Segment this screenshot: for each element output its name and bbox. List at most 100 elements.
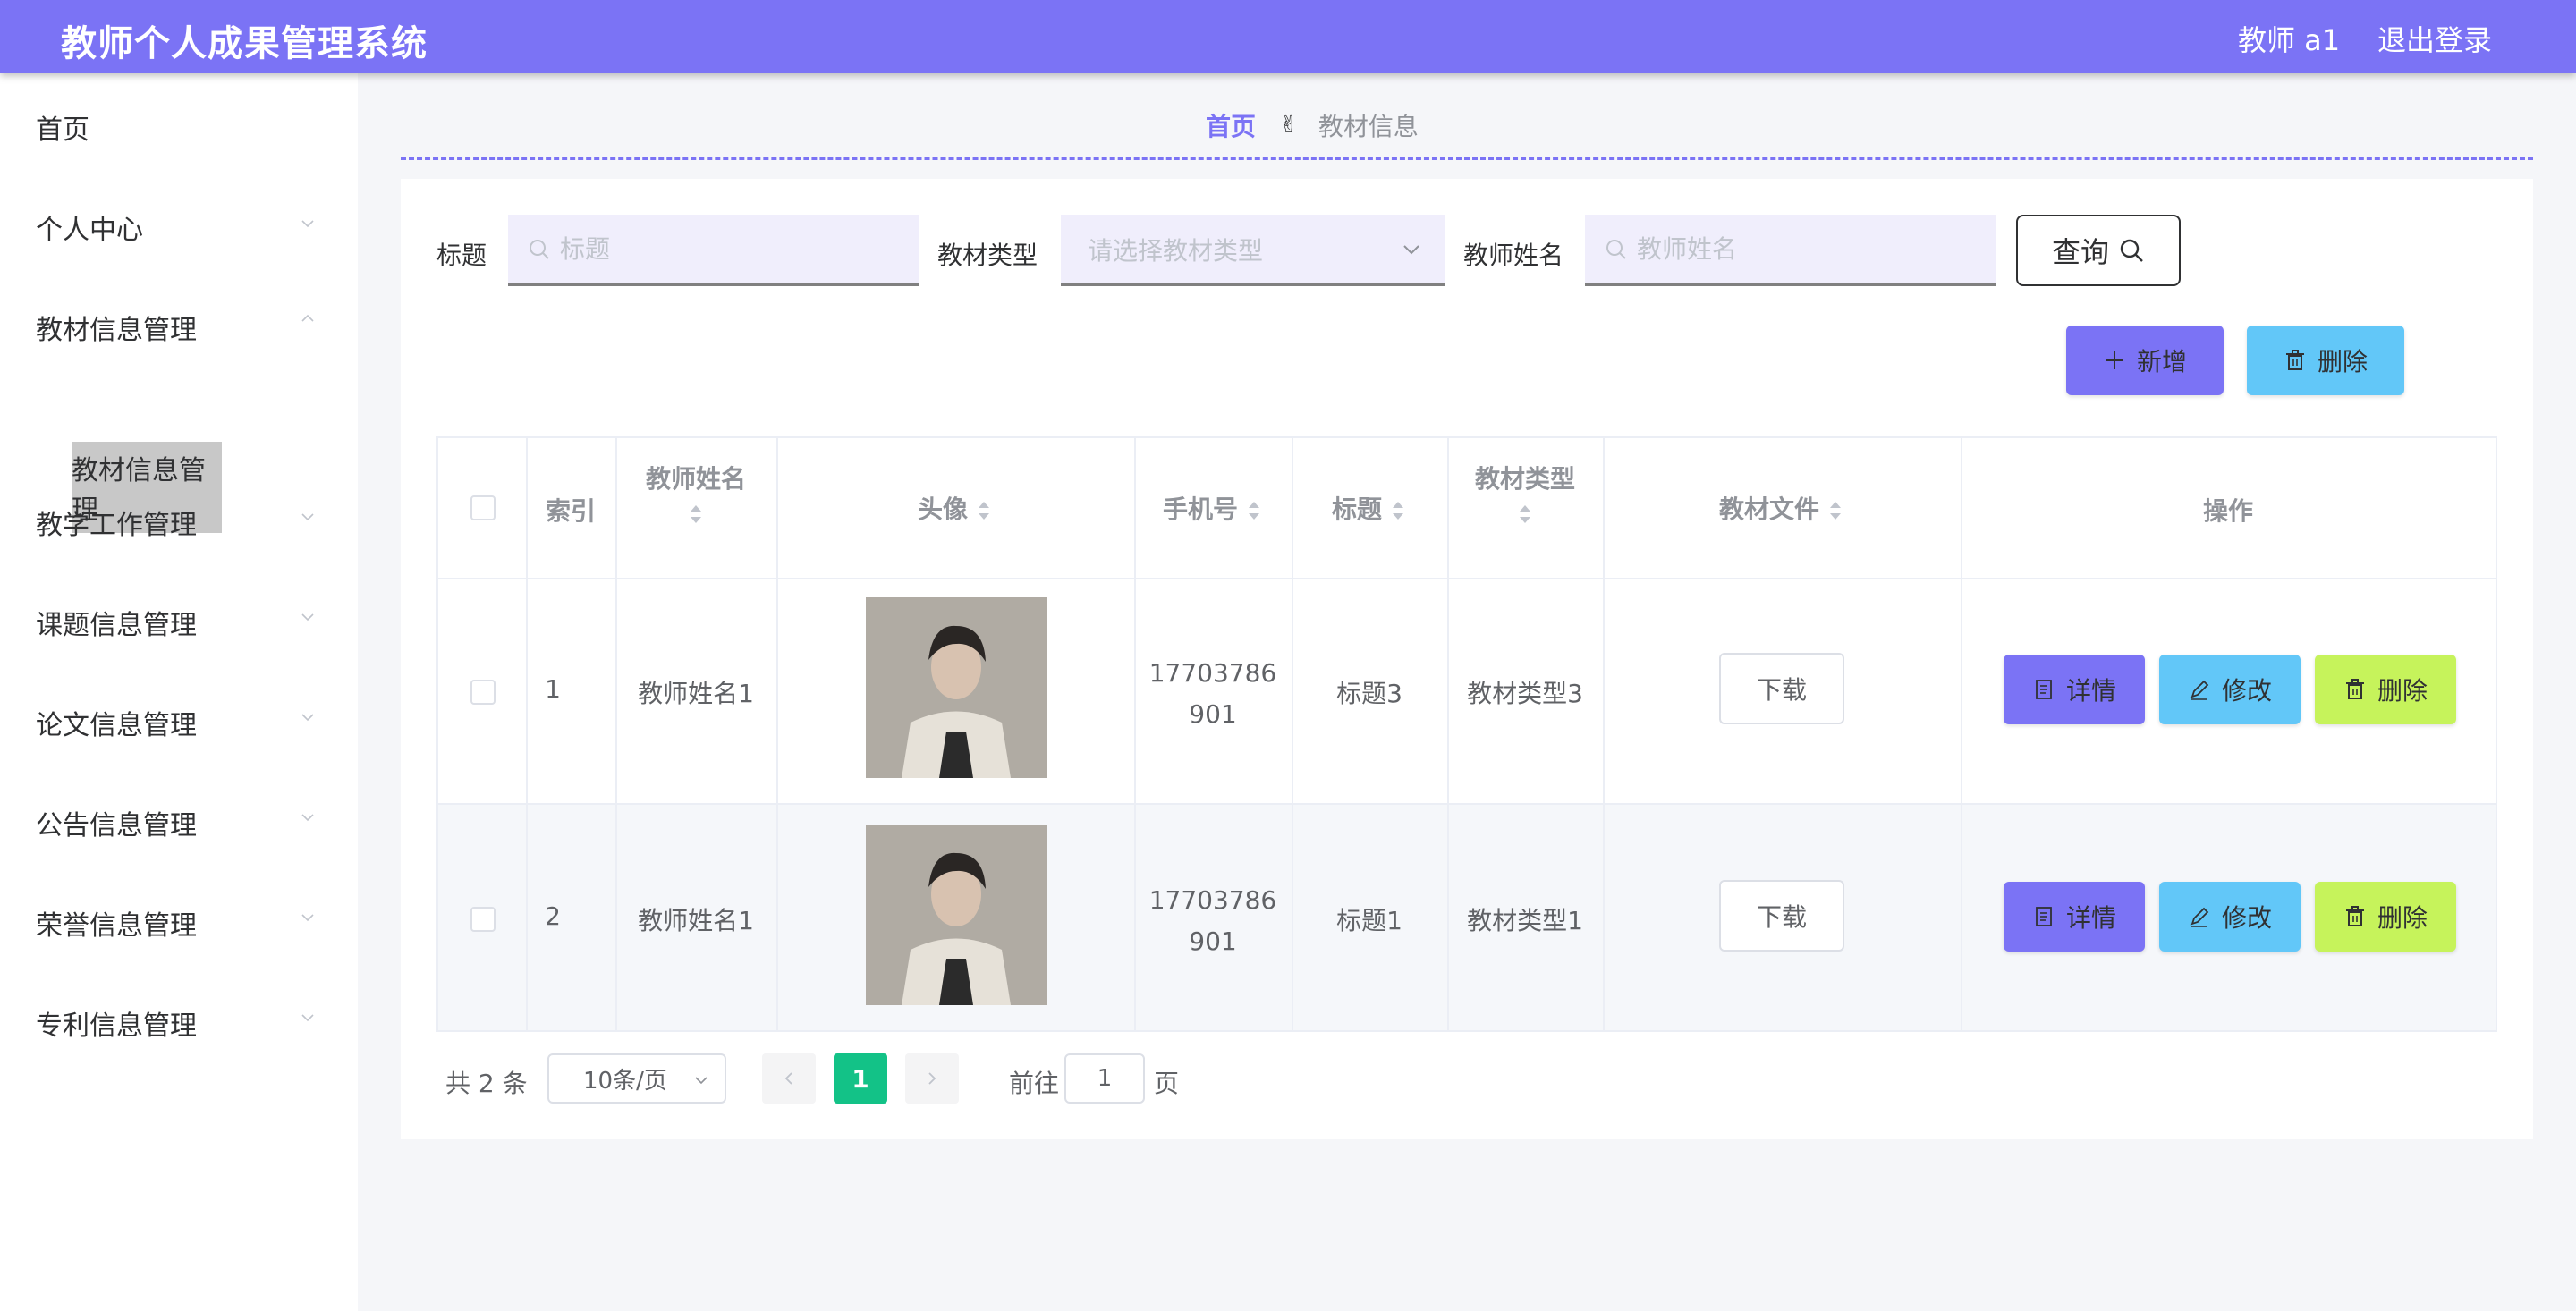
add-button[interactable]: 新增 [2066,326,2224,395]
sidebar-item-home[interactable]: 首页 [36,107,322,147]
column-header-avatar[interactable]: 头像 [776,490,1134,526]
sort-icon[interactable] [687,502,705,527]
row-phone: 17703786 901 [1134,880,1292,962]
breadcrumb-home[interactable]: 首页 [1206,107,1256,143]
app-title: 教师个人成果管理系统 [61,23,428,64]
column-header-phone[interactable]: 手机号 [1134,490,1292,526]
download-button[interactable]: 下载 [1719,880,1844,952]
title-search-input[interactable] [560,234,874,264]
column-header-title[interactable]: 标题 [1292,490,1447,526]
breadcrumb-current: 教材信息 [1318,112,1419,141]
title-filter-label: 标题 [436,241,487,270]
edit-button[interactable]: 修改 [2159,882,2301,952]
teacher-search-field[interactable] [1585,215,1996,286]
add-button-label: 新增 [2136,347,2187,376]
goto-page-input[interactable] [1078,1065,1131,1092]
chevron-down-icon [301,216,315,231]
type-select-placeholder: 请选择教材类型 [1088,235,1264,266]
column-header-phone-label: 手机号 [1162,495,1238,524]
textbook-table: 索引 教师姓名 头像 手机号 标题 教材类型 教材文件 操作 1 教师姓名1 1… [436,436,2497,1032]
sidebar-item-project-info[interactable]: 课题信息管理 [36,603,322,642]
sort-icon[interactable] [975,498,993,523]
chevron-right-icon [928,1072,936,1085]
search-icon [2120,239,2143,262]
row-phone-line1: 17703786 [1148,658,1277,688]
teacher-avatar [866,597,1046,778]
plus-icon [2105,351,2123,369]
sidebar-item-paper-info[interactable]: 论文信息管理 [36,703,322,742]
sort-icon[interactable] [1245,498,1263,523]
trash-icon [2285,350,2304,370]
page-number-current[interactable]: 1 [834,1053,887,1104]
teacher-search-input[interactable] [1637,234,1951,264]
edit-pencil-icon [2190,907,2209,927]
sidebar: 首页 个人中心 教材信息管理 教材信息管理 教学工作管理 课题信息管理 论文信息… [0,73,358,1311]
teacher-filter-label: 教师姓名 [1463,241,1564,270]
sidebar-item-personal-center[interactable]: 个人中心 [36,207,322,247]
sidebar-item-honor-info[interactable]: 荣誉信息管理 [36,903,322,943]
column-header-file[interactable]: 教材文件 [1603,490,1961,526]
sidebar-item-textbook-management[interactable]: 教材信息管理 [36,308,322,347]
column-header-type[interactable]: 教材类型 [1447,460,1603,527]
query-button[interactable]: 查询 [2016,215,2181,286]
top-bar: 教师个人成果管理系统 教师 a1 退出登录 [0,0,2576,73]
detail-button-label: 详情 [2065,903,2116,933]
batch-delete-label: 删除 [2317,347,2368,376]
sort-icon[interactable] [1826,498,1844,523]
column-divider [1603,438,1605,1030]
column-header-actions: 操作 [2202,496,2253,526]
column-header-teacher-label: 教师姓名 [645,464,746,494]
edit-button[interactable]: 修改 [2159,655,2301,724]
header-divider [438,578,2496,579]
column-header-file-label: 教材文件 [1718,495,1819,524]
victory-hand-icon: ✌ [1279,112,1299,139]
sidebar-item-patent-info[interactable]: 专利信息管理 [36,1003,322,1043]
edit-button-label: 修改 [2221,903,2272,933]
logout-link[interactable]: 退出登录 [2377,18,2492,59]
edit-pencil-icon [2190,680,2209,700]
sidebar-item-notice-info[interactable]: 公告信息管理 [36,803,322,842]
row-type: 教材类型1 [1467,906,1583,935]
row-index: 2 [545,901,561,931]
column-header-title-label: 标题 [1331,495,1382,524]
trash-icon [2345,679,2364,699]
delete-button[interactable]: 删除 [2315,882,2456,952]
next-page-button[interactable] [905,1053,959,1104]
title-search-field[interactable] [508,215,919,286]
select-all-checkbox[interactable] [470,495,496,520]
delete-button[interactable]: 删除 [2315,655,2456,724]
batch-delete-button[interactable]: 删除 [2247,326,2404,395]
row-checkbox[interactable] [470,680,496,705]
page-size-select[interactable]: 10条/页 [547,1053,726,1104]
chevron-down-icon [1403,244,1419,254]
chevron-down-icon [301,710,315,724]
row-teacher: 教师姓名1 [638,679,754,708]
document-icon [2036,907,2052,926]
column-divider [615,438,617,1030]
detail-button[interactable]: 详情 [2004,655,2145,724]
goto-page-field[interactable] [1064,1053,1145,1104]
sidebar-item-teaching-work[interactable]: 教学工作管理 [36,503,322,542]
column-divider [776,438,778,1030]
chevron-down-icon [301,510,315,524]
row-teacher: 教师姓名1 [638,906,754,935]
row-checkbox[interactable] [470,907,496,932]
sort-icon[interactable] [1516,502,1534,527]
trash-icon [2345,906,2364,926]
prev-page-button[interactable] [762,1053,816,1104]
row-phone-line2: 901 [1189,699,1237,729]
type-select[interactable]: 请选择教材类型 [1061,215,1445,286]
delete-button-label: 删除 [2377,903,2428,933]
column-header-teacher[interactable]: 教师姓名 [615,460,776,527]
detail-button[interactable]: 详情 [2004,882,2145,952]
detail-button-label: 详情 [2065,676,2116,706]
page-unit-label: 页 [1154,1069,1180,1098]
download-button[interactable]: 下载 [1719,653,1844,724]
column-header-index[interactable]: 索引 [526,492,615,528]
delete-button-label: 删除 [2377,676,2428,706]
row-title: 标题3 [1336,679,1402,708]
row-phone: 17703786 901 [1134,653,1292,735]
chevron-left-icon [784,1072,792,1085]
chevron-up-icon [301,311,315,326]
sort-icon[interactable] [1389,498,1407,523]
